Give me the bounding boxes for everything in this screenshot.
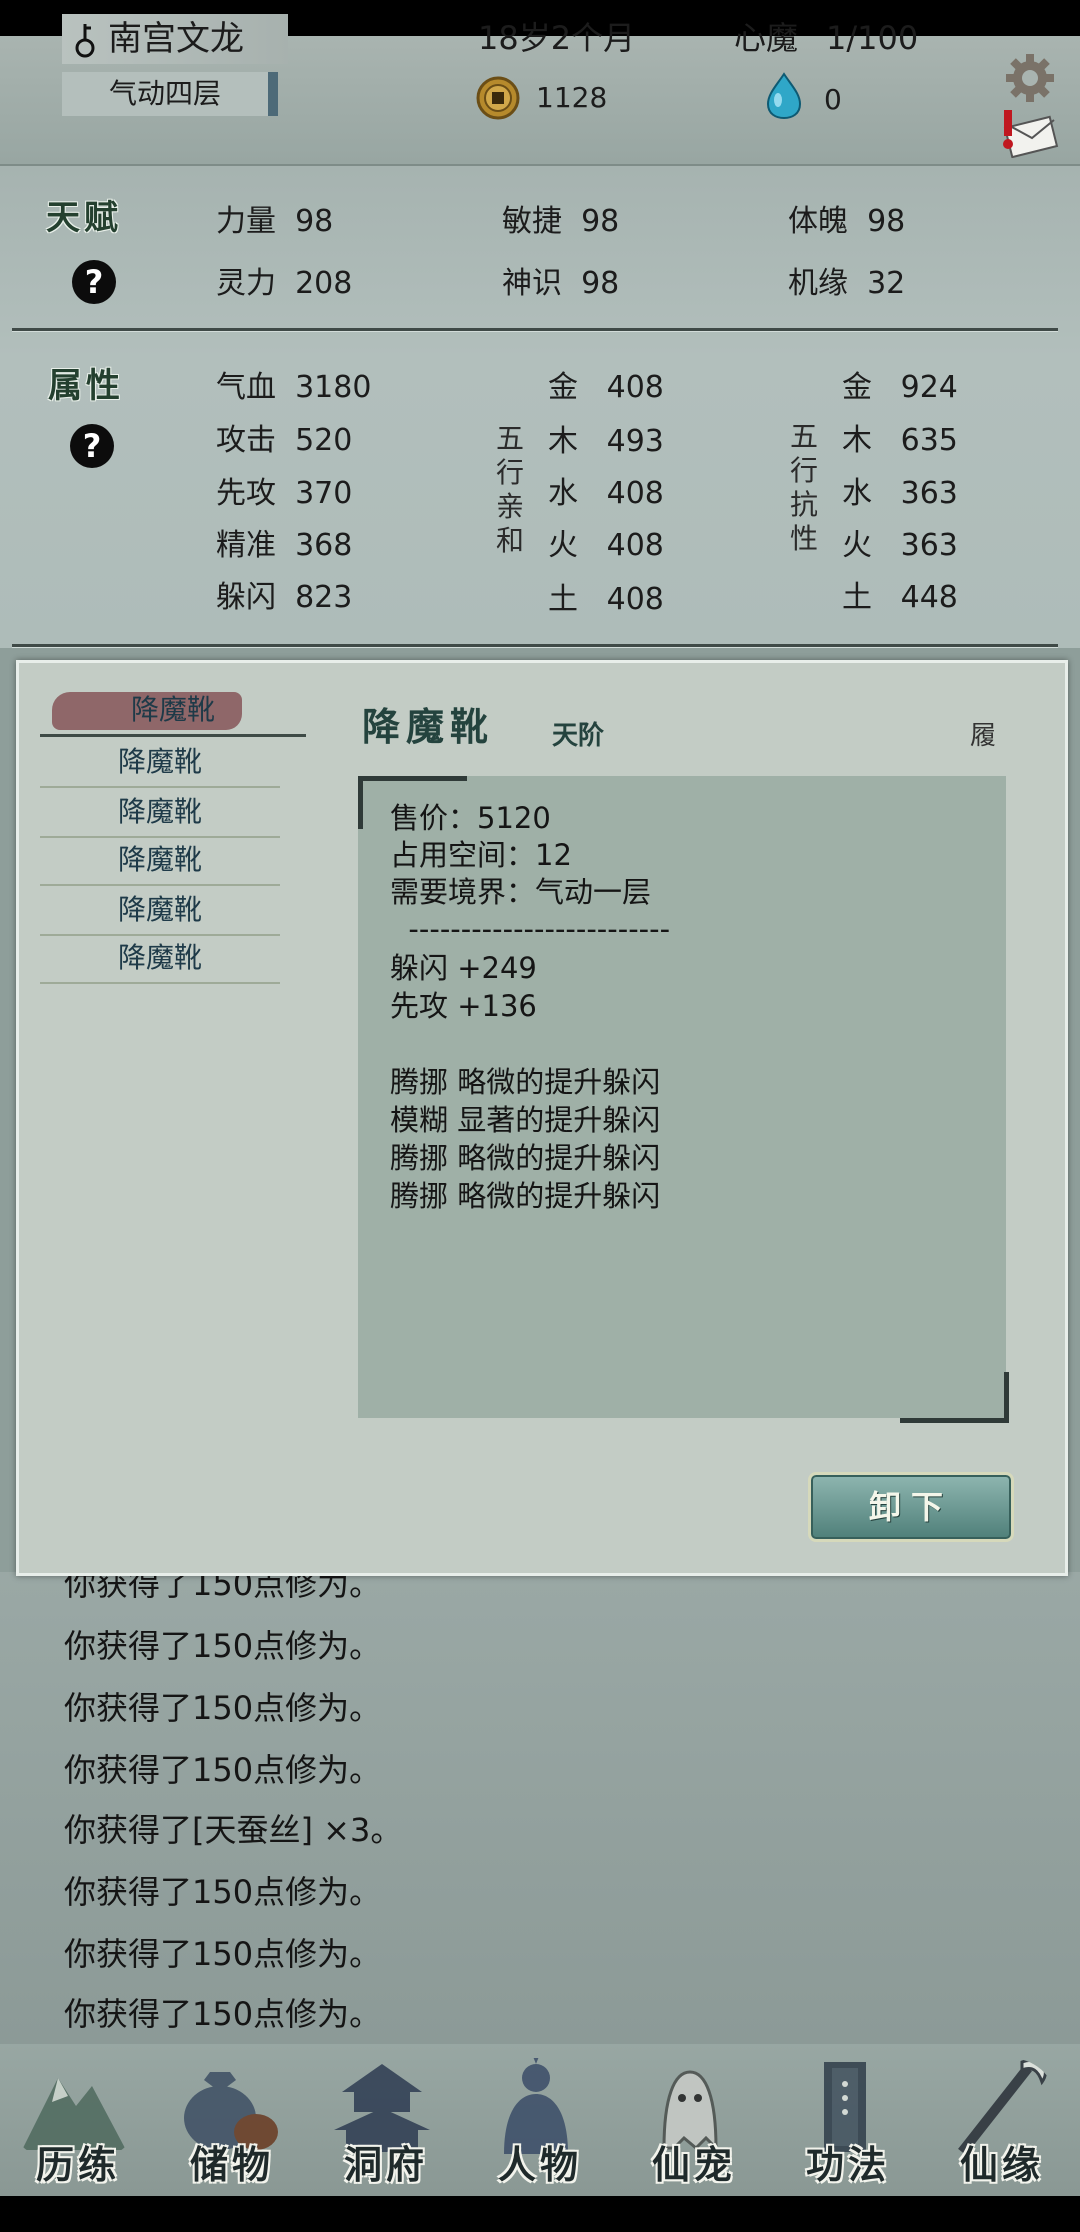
nav-training[interactable]: 历练 — [4, 2050, 152, 2190]
log-line: 你获得了150点修为。 — [64, 1627, 382, 1665]
item-slot: 履 — [970, 721, 997, 751]
log-line: 你获得了150点修为。 — [64, 1995, 382, 2033]
nav-character[interactable]: 人物 — [466, 2050, 614, 2190]
detail-separator: ------------------------- — [390, 912, 671, 946]
gear-icon[interactable] — [1004, 52, 1056, 104]
talent-stat: 灵力 208 — [216, 266, 353, 301]
attribute-stat: 精准 368 — [216, 528, 353, 563]
affinity-stat: 水 408 — [548, 476, 664, 511]
item-grade: 天阶 — [552, 721, 605, 751]
heart-demon-label: 心魔 — [734, 19, 799, 57]
frame-corner — [900, 1372, 1009, 1423]
attribute-stat: 攻击 520 — [216, 423, 353, 458]
item-requirement: 需要境界：气动一层 — [390, 875, 652, 909]
spirit-gem-icon — [766, 72, 802, 120]
talent-help-icon[interactable]: ? — [72, 260, 116, 304]
talent-stat: 力量 98 — [216, 204, 334, 239]
equipment-list-item[interactable]: 降魔靴 — [40, 934, 280, 984]
item-price: 售价：5120 — [390, 801, 551, 835]
attributes-title: 属性 — [48, 366, 124, 406]
item-bonus: 先攻 +136 — [390, 989, 537, 1023]
item-effect: 腾挪 略微的提升躲闪 — [390, 1179, 661, 1213]
log-line: 你获得了150点修为。 — [64, 1873, 382, 1911]
unequip-button[interactable]: 卸下 — [808, 1472, 1014, 1542]
equipment-list-item[interactable]: 降魔靴 — [40, 686, 306, 737]
key-icon — [75, 24, 95, 58]
coin-count: 1128 — [536, 81, 608, 114]
log-line: 你获得了150点修为。 — [64, 1689, 382, 1727]
affinity-stat: 火 408 — [548, 528, 664, 563]
system-navigation-bar — [0, 2196, 1080, 2232]
talent-title: 天赋 — [46, 198, 122, 238]
attribute-stat: 气血 3180 — [216, 370, 372, 405]
resist-stat: 木 635 — [842, 423, 958, 458]
affinity-stat: 金 408 — [548, 370, 664, 405]
nav-techniques[interactable]: 功法 — [774, 2050, 922, 2190]
coin-icon — [476, 76, 520, 120]
section-divider — [12, 328, 1058, 331]
gem-count: 0 — [824, 83, 842, 116]
item-title: 降魔靴 — [362, 704, 495, 749]
affinity-title: 五 行 亲 和 — [495, 422, 524, 557]
affinity-stat: 木 493 — [548, 424, 664, 459]
resist-title: 五 行 抗 性 — [789, 420, 818, 555]
item-effect: 腾挪 略微的提升躲闪 — [390, 1065, 661, 1099]
item-bonus: 躲闪 +249 — [390, 951, 537, 985]
equipment-list-item[interactable]: 降魔靴 — [40, 836, 280, 886]
heart-demon-value: 1/100 — [826, 19, 919, 57]
attribute-stat: 躲闪 823 — [216, 580, 353, 615]
attributes-help-icon[interactable]: ? — [70, 424, 114, 468]
item-space: 占用空间：12 — [390, 838, 572, 872]
nav-cave-dwelling[interactable]: 洞府 — [312, 2050, 460, 2190]
resist-stat: 火 363 — [842, 528, 958, 563]
item-effect: 模糊 显著的提升躲闪 — [390, 1103, 661, 1137]
mail-alert-icon[interactable] — [1000, 108, 1060, 158]
attribute-stat: 先攻 370 — [216, 476, 353, 511]
resist-stat: 水 363 — [842, 476, 958, 511]
log-line: 你获得了150点修为。 — [64, 1935, 382, 1973]
section-divider — [12, 644, 1058, 647]
affinity-stat: 土 408 — [548, 582, 664, 617]
log-line: 你获得了[天蚕丝] ×3。 — [64, 1811, 403, 1849]
equipment-list-item[interactable]: 降魔靴 — [40, 788, 280, 838]
item-effect: 腾挪 略微的提升躲闪 — [390, 1141, 661, 1175]
nav-fate[interactable]: 仙缘 — [928, 2050, 1076, 2190]
resist-stat: 土 448 — [842, 580, 958, 615]
realm-label[interactable]: 气动四层 — [62, 72, 278, 116]
talent-stat: 体魄 98 — [788, 204, 906, 239]
character-name[interactable]: 南宫文龙 — [108, 14, 244, 64]
nav-storage[interactable]: 储物 — [158, 2050, 306, 2190]
resist-stat: 金 924 — [842, 370, 958, 405]
age-label: 18岁2个月 — [478, 19, 636, 57]
talent-stat: 机缘 32 — [788, 266, 906, 301]
talent-stat: 敏捷 98 — [502, 204, 620, 239]
nav-spirit-pet[interactable]: 仙宠 — [620, 2050, 768, 2190]
equipment-list-item[interactable]: 降魔靴 — [40, 738, 280, 788]
talent-stat: 神识 98 — [502, 266, 620, 301]
equipment-list-item[interactable]: 降魔靴 — [40, 886, 280, 936]
log-line: 你获得了150点修为。 — [64, 1751, 382, 1789]
